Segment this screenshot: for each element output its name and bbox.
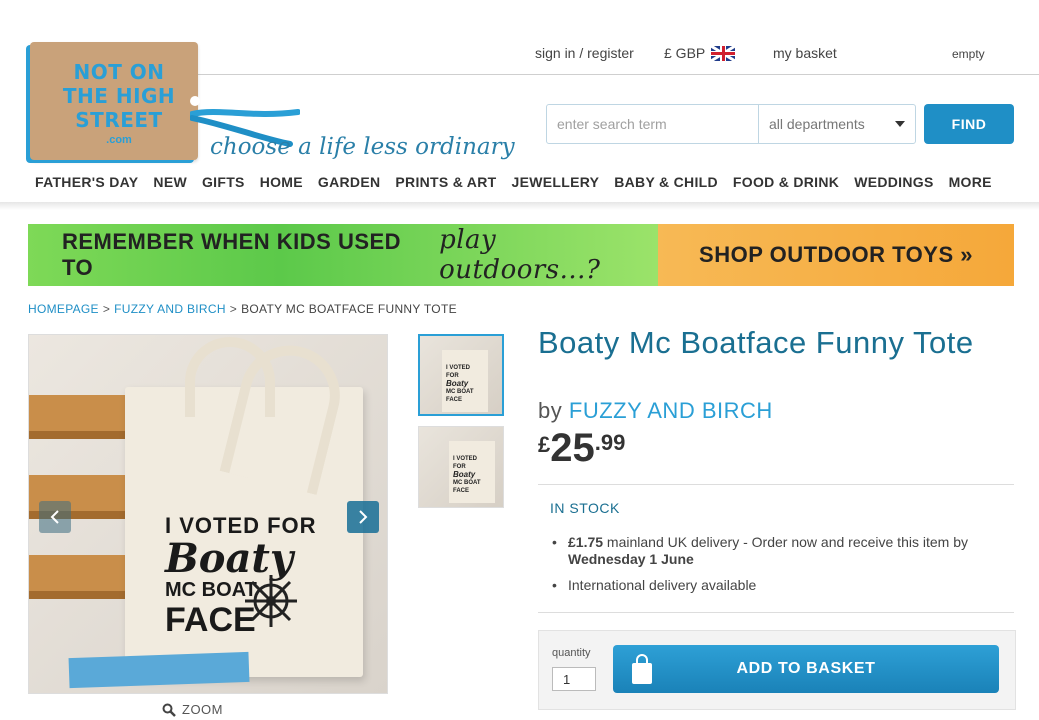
- nav-item-fathers-day[interactable]: FATHER'S DAY: [35, 174, 138, 190]
- tagline: choose a life less ordinary: [210, 134, 515, 160]
- banner-script-text: play outdoors...?: [439, 225, 601, 285]
- thumb-text: Boaty: [446, 379, 469, 388]
- delivery-text: mainland UK delivery - Order now and rec…: [603, 534, 968, 550]
- price-pounds: 25: [550, 426, 595, 470]
- nav-item-garden[interactable]: GARDEN: [318, 174, 380, 190]
- stock-status: IN STOCK: [550, 500, 620, 516]
- nav-item-weddings[interactable]: WEDDINGS: [854, 174, 933, 190]
- nav-shadow: [0, 202, 1039, 210]
- delivery-info-list: £1.75 mainland UK delivery - Order now a…: [552, 534, 1002, 603]
- header-divider: [130, 74, 1039, 75]
- nav-item-baby-child[interactable]: BABY & CHILD: [614, 174, 718, 190]
- site-logo[interactable]: NOT ON THE HIGH STREET .com: [22, 38, 300, 164]
- basket-status: empty: [952, 47, 985, 61]
- product-main-image[interactable]: I VOTED FOR Boaty MC BOAT FACE: [28, 334, 388, 694]
- thumb-text: FACE: [453, 488, 470, 494]
- delivery-price: £1.75: [568, 534, 604, 550]
- banner-text: REMEMBER WHEN KIDS USED TO: [62, 229, 402, 280]
- add-to-basket-button[interactable]: ADD TO BASKET: [613, 645, 999, 693]
- breadcrumb-homepage[interactable]: HOMEPAGE: [28, 302, 99, 316]
- shopping-bag-icon: [632, 654, 652, 684]
- delivery-date: Wednesday 1 June: [568, 551, 694, 567]
- banner-left: REMEMBER WHEN KIDS USED TO play outdoors…: [28, 224, 658, 286]
- search-bar: all departments: [546, 104, 916, 144]
- thumbnail-1[interactable]: I VOTED FOR Boaty MC BOAT FACE: [418, 334, 504, 416]
- department-select[interactable]: all departments: [759, 105, 915, 143]
- delivery-uk: £1.75 mainland UK delivery - Order now a…: [552, 534, 1002, 568]
- zoom-label: ZOOM: [182, 702, 223, 717]
- thumb-text: MC BOAT: [453, 480, 481, 486]
- breadcrumb-seller[interactable]: FUZZY AND BIRCH: [114, 302, 226, 316]
- thumb-text: FACE: [446, 397, 463, 403]
- tag-hole: [190, 96, 200, 106]
- uk-flag-icon: [711, 45, 736, 61]
- nav-item-food-drink[interactable]: FOOD & DRINK: [733, 174, 839, 190]
- nav-item-prints-art[interactable]: PRINTS & ART: [395, 174, 496, 190]
- logo-line-2: THE HIGH: [62, 84, 176, 108]
- magnifier-icon: [162, 703, 176, 717]
- logo-line-1: NOT ON: [73, 60, 165, 84]
- chevron-left-icon: [50, 510, 59, 524]
- divider: [538, 484, 1014, 485]
- breadcrumb-current: BOATY MC BOATFACE FUNNY TOTE: [241, 302, 457, 316]
- search-input[interactable]: [547, 105, 759, 143]
- thumb-text: Boaty: [453, 470, 476, 479]
- promo-banner[interactable]: REMEMBER WHEN KIDS USED TO play outdoors…: [28, 224, 1014, 286]
- breadcrumb-separator: >: [102, 302, 111, 316]
- tote-bag-illustration: I VOTED FOR Boaty MC BOAT FACE: [125, 335, 363, 677]
- books-illustration: [68, 651, 250, 689]
- nav-item-jewellery[interactable]: JEWELLERY: [511, 174, 599, 190]
- seller-link[interactable]: FUZZY AND BIRCH: [569, 398, 773, 423]
- banner-cta[interactable]: SHOP OUTDOOR TOYS »: [658, 224, 1014, 286]
- price-currency: £: [538, 432, 551, 457]
- logo-line-3: STREET: [75, 108, 163, 132]
- logo-line-4: .com: [106, 134, 132, 146]
- zoom-button[interactable]: ZOOM: [162, 702, 223, 717]
- currency-label: £ GBP: [664, 45, 706, 61]
- thumbnail-2[interactable]: I VOTED FOR Boaty MC BOAT FACE: [418, 426, 504, 508]
- quantity-label: quantity: [552, 647, 591, 659]
- quantity-input[interactable]: [552, 667, 596, 691]
- add-to-basket-label: ADD TO BASKET: [736, 660, 876, 677]
- delivery-international: International delivery available: [552, 577, 1002, 594]
- sign-in-register-link[interactable]: sign in / register: [535, 45, 634, 61]
- divider: [538, 612, 1014, 613]
- chevron-right-icon: [359, 510, 368, 524]
- logo-tag: NOT ON THE HIGH STREET .com: [30, 42, 200, 160]
- thumb-text: MC BOAT: [446, 389, 474, 395]
- main-nav: FATHER'S DAY NEW GIFTS HOME GARDEN PRINT…: [35, 174, 1007, 190]
- product-byline: by FUZZY AND BIRCH: [538, 398, 773, 424]
- thumb-text: I VOTED FOR: [453, 456, 478, 470]
- ship-wheel-icon: [245, 575, 297, 627]
- previous-image-button[interactable]: [39, 501, 71, 533]
- find-button[interactable]: FIND: [924, 104, 1014, 144]
- product-title: Boaty Mc Boatface Funny Tote: [538, 325, 974, 360]
- price-pence: .99: [594, 430, 626, 455]
- chevron-down-icon: [895, 121, 905, 127]
- breadcrumb-separator: >: [229, 302, 238, 316]
- nav-item-gifts[interactable]: GIFTS: [202, 174, 245, 190]
- nav-item-home[interactable]: HOME: [260, 174, 303, 190]
- breadcrumb: HOMEPAGE > FUZZY AND BIRCH > BOATY MC BOATFA…: [28, 302, 457, 316]
- thumb-text: I VOTED FOR: [446, 365, 471, 379]
- nav-item-new[interactable]: NEW: [153, 174, 187, 190]
- product-price: £25.99: [538, 426, 625, 471]
- currency-selector[interactable]: £ GBP: [664, 45, 736, 61]
- by-prefix: by: [538, 398, 563, 423]
- next-image-button[interactable]: [347, 501, 379, 533]
- nav-item-more[interactable]: MORE: [949, 174, 992, 190]
- department-label: all departments: [769, 116, 865, 132]
- my-basket-link[interactable]: my basket: [773, 45, 837, 61]
